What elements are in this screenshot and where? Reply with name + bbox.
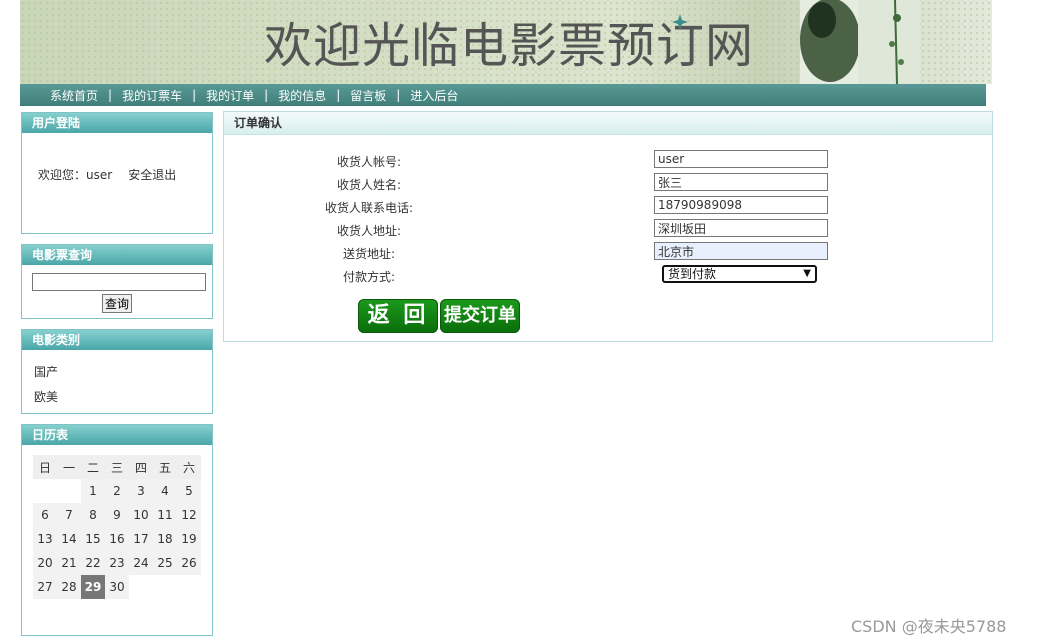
login-box: 用户登陆 欢迎您：user 安全退出 <box>21 112 213 234</box>
nav-separator: | <box>396 88 401 102</box>
calendar-title: 日历表 <box>22 425 212 445</box>
calendar-day[interactable]: 30 <box>105 575 129 599</box>
calendar-table: 日 一 二 三 四 五 六 1 2 3 4 5 6 7 8 9 10 11 12 13 14 15 16 17 1… <box>33 455 201 599</box>
calendar-day[interactable]: 16 <box>105 527 129 551</box>
nav-separator: | <box>336 88 341 102</box>
name-label: 收货人姓名: <box>336 178 402 192</box>
calendar-week-row: 13 14 15 16 17 18 19 <box>33 527 201 551</box>
calendar-day[interactable]: 5 <box>177 479 201 503</box>
calendar-empty-cell <box>33 479 57 503</box>
phone-label: 收货人联系电话: <box>324 201 414 215</box>
calendar-empty-cell <box>129 575 153 599</box>
main-nav: 系统首页 | 我的订票车 | 我的订单 | 我的信息 | 留言板 | 进入后台 <box>20 84 986 106</box>
payment-method-label: 付款方式: <box>342 270 396 284</box>
calendar-day[interactable]: 28 <box>57 575 81 599</box>
weekday-thu: 四 <box>129 455 153 479</box>
ticket-search-box: 电影票查询 查询 <box>21 244 213 319</box>
calendar-week-row: 12345 <box>33 479 201 503</box>
calendar-day[interactable]: 3 <box>129 479 153 503</box>
nav-home[interactable]: 系统首页 <box>50 87 98 104</box>
account-field[interactable] <box>654 150 828 168</box>
calendar-day[interactable]: 21 <box>57 551 81 575</box>
calendar-day[interactable]: 25 <box>153 551 177 575</box>
login-box-title: 用户登陆 <box>22 113 212 133</box>
search-box-title: 电影票查询 <box>22 245 212 265</box>
calendar-day[interactable]: 4 <box>153 479 177 503</box>
back-button[interactable]: 返 回 <box>358 299 438 333</box>
csdn-watermark: CSDN @夜未央5788 <box>851 617 1007 636</box>
nav-separator: | <box>264 88 269 102</box>
category-box-title: 电影类别 <box>22 330 212 350</box>
calendar-box: 日历表 日 一 二 三 四 五 六 1 2 3 4 5 6 7 8 9 10 11 12 13 14 15 1… <box>21 424 213 636</box>
calendar-week-row: 6 7 8 9 10 11 12 <box>33 503 201 527</box>
star-icon <box>672 14 688 30</box>
calendar-day[interactable]: 7 <box>57 503 81 527</box>
welcome-text: 欢迎您：user <box>38 168 113 182</box>
address-field[interactable] <box>654 219 828 237</box>
calendar-day[interactable]: 15 <box>81 527 105 551</box>
weekday-mon: 一 <box>57 455 81 479</box>
order-confirm-panel: 订单确认 收货人帐号: 收货人姓名: 收货人联系电话: 收货人地址: 送货地址:… <box>223 111 993 342</box>
calendar-day[interactable]: 10 <box>129 503 153 527</box>
calendar-day[interactable]: 12 <box>177 503 201 527</box>
ticket-search-input[interactable] <box>32 273 206 291</box>
calendar-empty-cell <box>177 575 201 599</box>
calendar-empty-cell <box>153 575 177 599</box>
calendar-day[interactable]: 20 <box>33 551 57 575</box>
calendar-day[interactable]: 14 <box>57 527 81 551</box>
welcome-line: 欢迎您：user 安全退出 <box>38 166 176 183</box>
phone-field[interactable] <box>654 196 828 214</box>
calendar-day[interactable]: 1 <box>81 479 105 503</box>
calendar-day[interactable]: 19 <box>177 527 201 551</box>
weekday-sat: 六 <box>177 455 201 479</box>
category-western[interactable]: 欧美 <box>34 388 58 405</box>
nav-my-orders[interactable]: 我的订单 <box>206 87 254 104</box>
weekday-fri: 五 <box>153 455 177 479</box>
calendar-day[interactable]: 11 <box>153 503 177 527</box>
site-banner: 欢迎光临电影票预订网 <box>20 0 992 84</box>
calendar-day[interactable]: 26 <box>177 551 201 575</box>
weekday-tue: 二 <box>81 455 105 479</box>
delivery-address-field[interactable] <box>654 242 828 260</box>
payment-method-select[interactable]: 货到付款 ▼ <box>662 265 817 283</box>
account-label: 收货人帐号: <box>336 155 402 169</box>
calendar-day[interactable]: 8 <box>81 503 105 527</box>
calendar-day[interactable]: 13 <box>33 527 57 551</box>
calendar-week-row: 27 28 29 30 <box>33 575 201 599</box>
nav-message-board[interactable]: 留言板 <box>350 87 386 104</box>
movie-category-box: 电影类别 国产 欧美 <box>21 329 213 414</box>
delivery-address-label: 送货地址: <box>342 247 396 261</box>
banner-photo-decoration <box>800 0 920 84</box>
calendar-day[interactable]: 6 <box>33 503 57 527</box>
calendar-empty-cell <box>57 479 81 503</box>
nav-admin[interactable]: 进入后台 <box>410 87 458 104</box>
calendar-day[interactable]: 17 <box>129 527 153 551</box>
address-label: 收货人地址: <box>336 224 402 238</box>
nav-separator: | <box>192 88 197 102</box>
order-panel-title: 订单确认 <box>224 112 992 135</box>
calendar-weekday-row: 日 一 二 三 四 五 六 <box>33 455 201 479</box>
calendar-day[interactable]: 24 <box>129 551 153 575</box>
calendar-day[interactable]: 2 <box>105 479 129 503</box>
calendar-day-today[interactable]: 29 <box>81 575 105 599</box>
calendar-day[interactable]: 9 <box>105 503 129 527</box>
name-field[interactable] <box>654 173 828 191</box>
nav-my-info[interactable]: 我的信息 <box>278 87 326 104</box>
calendar-day[interactable]: 18 <box>153 527 177 551</box>
weekday-sun: 日 <box>33 455 57 479</box>
payment-method-value: 货到付款 <box>668 267 717 281</box>
calendar-day[interactable]: 22 <box>81 551 105 575</box>
nav-my-ticket-cart[interactable]: 我的订票车 <box>122 87 182 104</box>
nav-separator: | <box>108 88 113 102</box>
category-domestic[interactable]: 国产 <box>34 363 58 380</box>
calendar-day[interactable]: 23 <box>105 551 129 575</box>
weekday-wed: 三 <box>105 455 129 479</box>
search-button[interactable]: 查询 <box>102 294 132 313</box>
calendar-week-row: 20 21 22 23 24 25 26 <box>33 551 201 575</box>
submit-order-button[interactable]: 提交订单 <box>440 299 520 333</box>
calendar-day[interactable]: 27 <box>33 575 57 599</box>
chevron-down-icon: ▼ <box>803 268 811 279</box>
logout-link[interactable]: 安全退出 <box>128 168 176 182</box>
